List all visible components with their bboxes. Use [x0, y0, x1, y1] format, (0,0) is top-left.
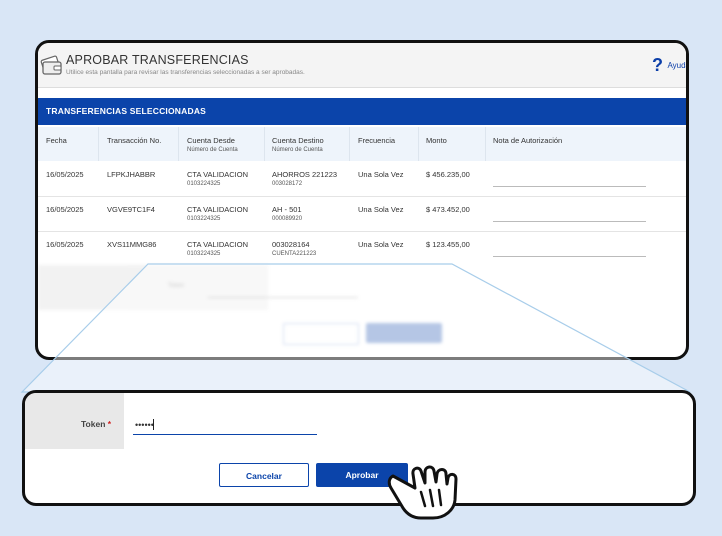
hand-pointer-icon: [387, 465, 458, 520]
authorization-note-input[interactable]: [493, 256, 646, 257]
authorization-note-input[interactable]: [493, 221, 646, 222]
table-row: 16/05/2025 LFPKJHABBR CTA VALIDACION 0103…: [38, 162, 686, 197]
row-cuenta-desde: CTA VALIDACION 0103224325: [187, 240, 248, 257]
section-title: TRANSFERENCIAS SELECCIONADAS: [38, 98, 686, 125]
help-link[interactable]: ? Ayuda: [652, 55, 689, 76]
row-frecuencia: Una Sola Vez: [358, 170, 404, 179]
row-fecha: 16/05/2025: [46, 170, 84, 179]
token-input[interactable]: [133, 415, 317, 435]
text-caret: [153, 419, 154, 430]
row-transaccion: VGVE9TC1F4: [107, 205, 155, 214]
token-zoom-panel: Token * Cancelar Aprobar: [22, 390, 696, 506]
col-cuenta-desde: Cuenta Desde Número de Cuenta: [187, 136, 238, 153]
row-cuenta-destino: AH - 501 000089920: [272, 205, 303, 222]
cancel-button[interactable]: Cancelar: [219, 463, 309, 487]
authorization-note-input[interactable]: [493, 186, 646, 187]
blurred-token-area: Token: [38, 265, 686, 357]
row-cuenta-desde: CTA VALIDACION 0103224325: [187, 205, 248, 222]
row-monto: $ 123.455,00: [426, 240, 470, 249]
wallet-icon: [40, 55, 62, 75]
page-title: APROBAR TRANSFERENCIAS: [66, 53, 249, 67]
help-icon: ?: [652, 55, 663, 75]
page-header: APROBAR TRANSFERENCIAS Utilice esta pant…: [38, 43, 686, 88]
row-monto: $ 473.452,00: [426, 205, 470, 214]
row-monto: $ 456.235,00: [426, 170, 470, 179]
table-header: Fecha Transacción No. Cuenta Desde Númer…: [38, 127, 686, 161]
col-frecuencia: Frecuencia: [358, 136, 396, 145]
row-cuenta-destino: AHORROS 221223 003028172: [272, 170, 338, 187]
table-row: 16/05/2025 XVS11MMG86 CTA VALIDACION 0103…: [38, 232, 686, 266]
table-row: 16/05/2025 VGVE9TC1F4 CTA VALIDACION 0103…: [38, 197, 686, 232]
col-cuenta-destino: Cuenta Destino Número de Cuenta: [272, 136, 324, 153]
required-mark: *: [107, 419, 112, 429]
row-transaccion: LFPKJHABBR: [107, 170, 156, 179]
row-cuenta-desde: CTA VALIDACION 0103224325: [187, 170, 248, 187]
transfer-approval-window: APROBAR TRANSFERENCIAS Utilice esta pant…: [35, 40, 689, 360]
help-label: Ayuda: [667, 61, 689, 70]
blurred-cancel-button: [283, 323, 359, 345]
col-fecha: Fecha: [46, 136, 67, 145]
blurred-approve-button: [366, 323, 442, 343]
col-monto: Monto: [426, 136, 447, 145]
row-frecuencia: Una Sola Vez: [358, 205, 404, 214]
row-cuenta-destino: 003028164 CUENTA221223: [272, 240, 317, 257]
col-transaccion: Transacción No.: [107, 136, 162, 145]
row-frecuencia: Una Sola Vez: [358, 240, 404, 249]
row-fecha: 16/05/2025: [46, 240, 84, 249]
row-transaccion: XVS11MMG86: [107, 240, 157, 249]
col-nota: Nota de Autorización: [493, 136, 563, 145]
page-subtitle: Utilice esta pantalla para revisar las t…: [66, 69, 305, 76]
token-label: Token *: [81, 419, 112, 429]
row-fecha: 16/05/2025: [46, 205, 84, 214]
